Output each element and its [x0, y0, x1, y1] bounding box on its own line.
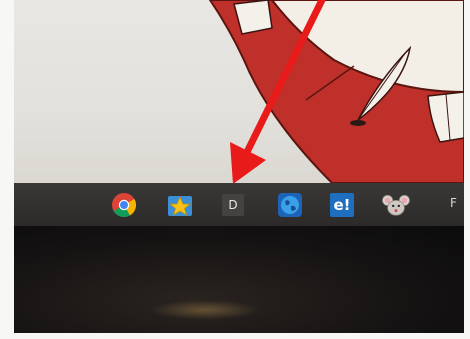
photo-border-left	[0, 0, 14, 339]
photo-border-bottom	[0, 333, 470, 339]
e-app-icon[interactable]: e!	[330, 193, 354, 217]
chrome-icon[interactable]	[110, 191, 138, 219]
photo-border-right	[464, 0, 470, 339]
f-app-label[interactable]: F	[450, 196, 457, 210]
wallpaper-artwork	[208, 0, 464, 183]
globe-icon[interactable]	[276, 191, 304, 219]
star-folder-icon[interactable]	[166, 191, 194, 219]
desktop-wallpaper	[14, 0, 464, 183]
d-app-icon[interactable]: D	[222, 194, 244, 216]
e-app-label: e!	[333, 196, 351, 214]
mouse-mascot-icon[interactable]	[382, 191, 410, 219]
bezel-reflection	[150, 300, 260, 320]
d-app-label: D	[228, 198, 238, 212]
taskbar: D e! F	[14, 183, 464, 226]
